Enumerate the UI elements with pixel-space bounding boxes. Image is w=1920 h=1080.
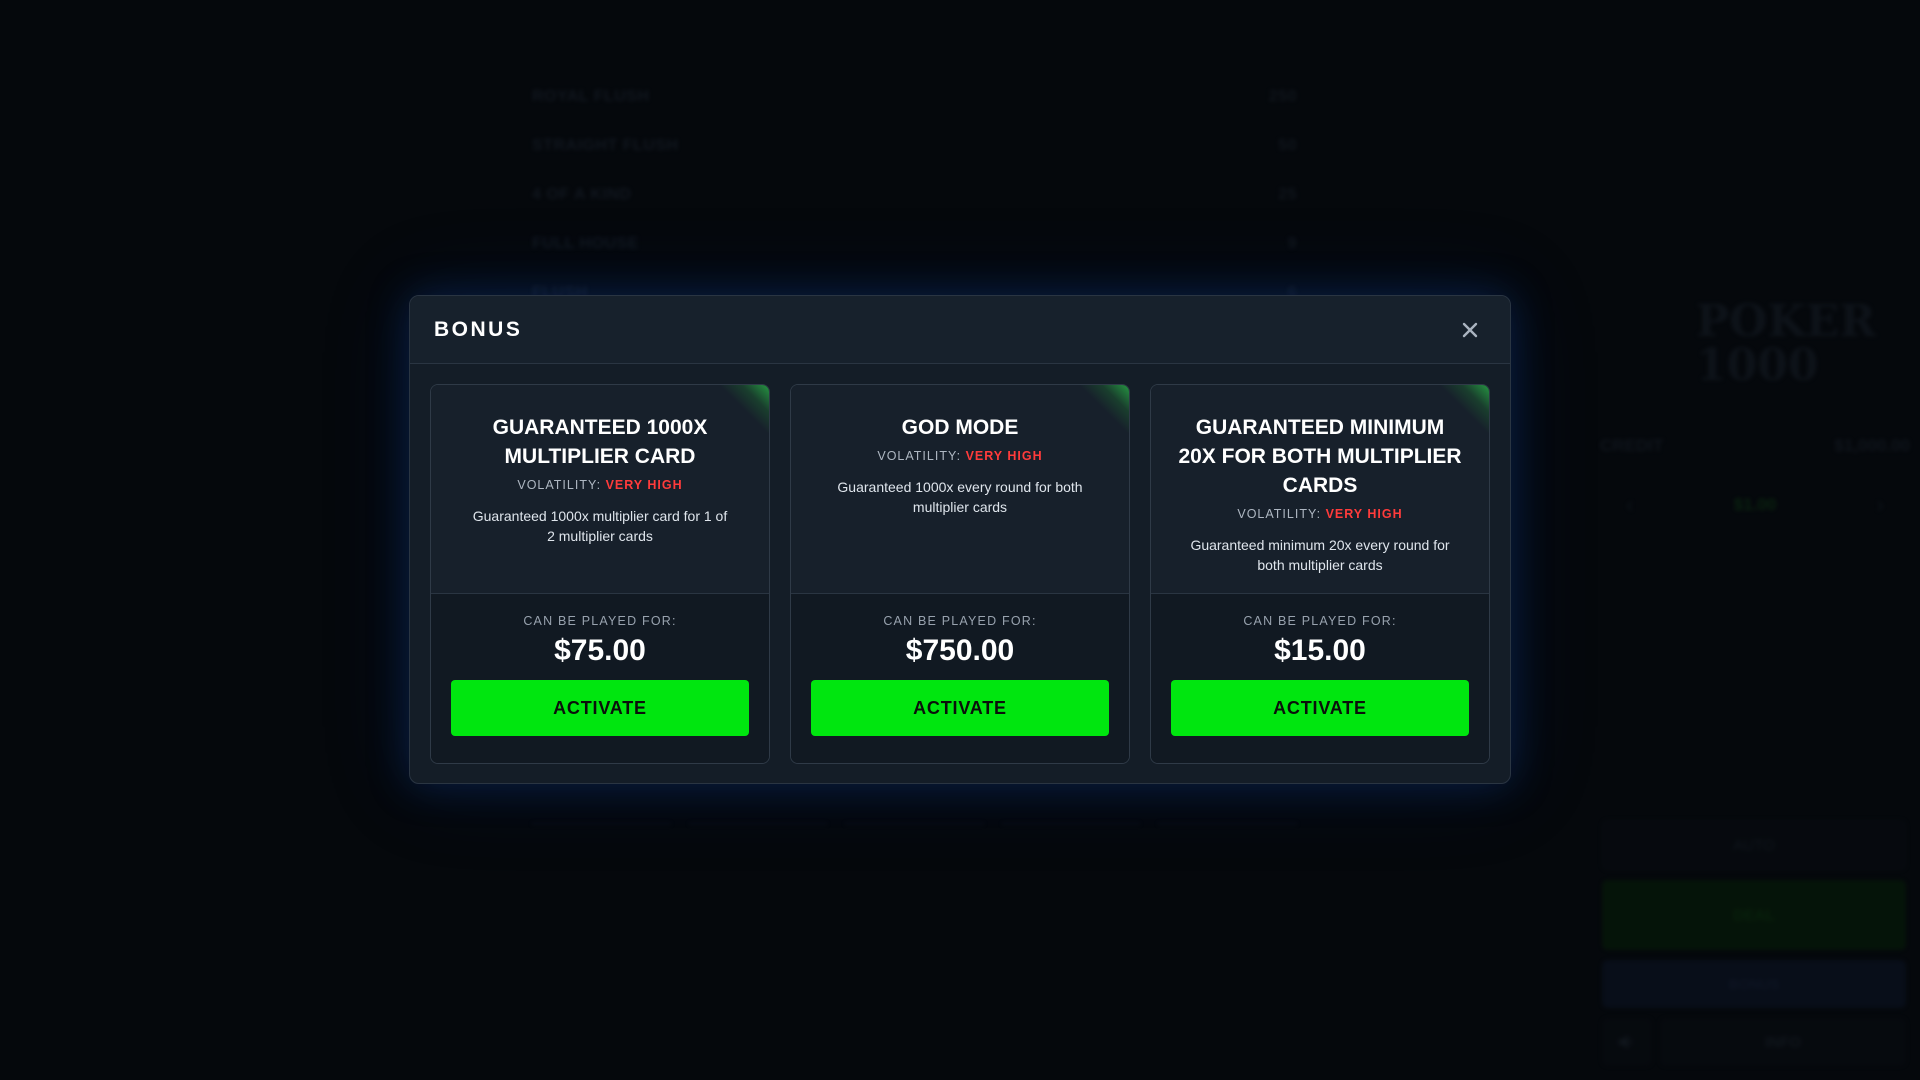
paytable-row: ROYAL FLUSH 250 (532, 72, 1297, 121)
bet-increase-button[interactable]: › (1877, 492, 1884, 518)
bonus-card-min-20x: GUARANTEED MINIMUM 20X FOR BOTH MULTIPLI… (1150, 384, 1490, 764)
bet-decrease-button[interactable]: ‹ (1626, 492, 1633, 518)
volatility-label: VOLATILITY: (1237, 507, 1322, 521)
card-slot (1001, 795, 1141, 825)
card-purchase: CAN BE PLAYED FOR: $750.00 ACTIVATE (791, 594, 1129, 763)
card-info: GUARANTEED 1000X MULTIPLIER CARD VOLATIL… (431, 385, 769, 594)
paytable-hand: ROYAL FLUSH (532, 87, 650, 105)
card-info: GUARANTEED MINIMUM 20X FOR BOTH MULTIPLI… (1151, 385, 1489, 594)
speaker-icon (1619, 1035, 1632, 1049)
card-description: Guaranteed 1000x every round for both mu… (837, 479, 1083, 515)
card-title: GUARANTEED MINIMUM 20X FOR BOTH MULTIPLI… (1178, 416, 1462, 497)
game-logo: POKER 1000 (1696, 296, 1876, 391)
control-panel: AUTO DEAL BONUS INFO (1602, 820, 1906, 1066)
played-for-label: CAN BE PLAYED FOR: (523, 614, 677, 628)
played-for-label: CAN BE PLAYED FOR: (883, 614, 1037, 628)
right-info-panel: POKER 1000 CREDIT $1,000.00 ‹ $1.00 › (1600, 300, 1910, 518)
credit-row: CREDIT $1,000.00 (1600, 436, 1910, 456)
card-corner-accent (1441, 385, 1489, 433)
modal-title: BONUS (434, 317, 523, 341)
paytable-multiplier: 250 (1268, 87, 1297, 105)
paytable-multiplier: 25 (1278, 185, 1297, 203)
paytable-row: FULL HOUSE 9 (532, 219, 1297, 268)
volatility-value: VERY HIGH (1325, 507, 1403, 521)
bet-value: $1.00 (1733, 495, 1777, 514)
volatility: VOLATILITY: VERY HIGH (457, 478, 743, 492)
card-title: GUARANTEED 1000X MULTIPLIER CARD (492, 416, 708, 468)
card-slot (688, 795, 828, 825)
activate-button[interactable]: ACTIVATE (451, 680, 749, 736)
card-slot (1158, 795, 1297, 825)
bonus-card-god-mode: GOD MODE VOLATILITY: VERY HIGH Guarantee… (790, 384, 1130, 764)
paytable-row: 4 OF A KIND 25 (532, 170, 1297, 219)
bonus-modal: BONUS GUARANTEED 1000X MULTIPLIER CARD V… (409, 295, 1511, 784)
bonus-cards: GUARANTEED 1000X MULTIPLIER CARD VOLATIL… (410, 364, 1510, 783)
card-price: $750.00 (905, 634, 1015, 667)
bet-selector: ‹ $1.00 › (1600, 492, 1910, 518)
volatility-label: VOLATILITY: (877, 449, 962, 463)
info-button[interactable]: INFO (1660, 1018, 1906, 1066)
sound-button[interactable] (1602, 1018, 1652, 1066)
activate-button[interactable]: ACTIVATE (811, 680, 1109, 736)
card-info: GOD MODE VOLATILITY: VERY HIGH Guarantee… (791, 385, 1129, 594)
bonus-button[interactable]: BONUS (1602, 960, 1906, 1008)
card-description: Guaranteed 1000x multiplier card for 1 o… (472, 508, 728, 544)
credit-label: CREDIT (1600, 436, 1664, 455)
volatility-value: VERY HIGH (965, 449, 1043, 463)
card-price: $75.00 (554, 634, 646, 667)
volatility: VOLATILITY: VERY HIGH (1177, 507, 1463, 521)
paytable-hand: 4 OF A KIND (532, 185, 632, 203)
credit-value: $1,000.00 (1834, 436, 1910, 455)
paytable-hand: FULL HOUSE (532, 234, 639, 252)
card-corner-accent (721, 385, 769, 433)
paytable-multiplier: 50 (1278, 136, 1297, 154)
volatility-value: VERY HIGH (605, 478, 683, 492)
close-icon (1462, 322, 1478, 337)
card-description: Guaranteed minimum 20x every round for b… (1190, 537, 1450, 573)
card-purchase: CAN BE PLAYED FOR: $75.00 ACTIVATE (431, 594, 769, 763)
volatility-label: VOLATILITY: (517, 478, 602, 492)
paytable-multiplier: 9 (1287, 234, 1297, 252)
card-price: $15.00 (1274, 634, 1366, 667)
activate-button[interactable]: ACTIVATE (1171, 680, 1469, 736)
close-button[interactable] (1454, 314, 1486, 346)
card-slot (532, 795, 671, 825)
modal-header: BONUS (410, 296, 1510, 364)
paytable: ROYAL FLUSH 250 STRAIGHT FLUSH 50 4 OF A… (532, 72, 1297, 317)
card-title: GOD MODE (901, 416, 1019, 439)
card-slots-strip (532, 795, 1297, 825)
control-bottom-row: INFO (1602, 1018, 1906, 1066)
bonus-card-1000x: GUARANTEED 1000X MULTIPLIER CARD VOLATIL… (430, 384, 770, 764)
paytable-hand: STRAIGHT FLUSH (532, 136, 679, 154)
auto-button[interactable]: AUTO (1602, 820, 1906, 870)
game-screen: ROYAL FLUSH 250 STRAIGHT FLUSH 50 4 OF A… (0, 0, 1920, 1080)
volatility: VOLATILITY: VERY HIGH (817, 449, 1103, 463)
card-purchase: CAN BE PLAYED FOR: $15.00 ACTIVATE (1151, 594, 1489, 763)
card-slot (845, 795, 984, 825)
deal-button[interactable]: DEAL (1602, 880, 1906, 950)
paytable-row: STRAIGHT FLUSH 50 (532, 121, 1297, 170)
card-corner-accent (1081, 385, 1129, 433)
played-for-label: CAN BE PLAYED FOR: (1243, 614, 1397, 628)
